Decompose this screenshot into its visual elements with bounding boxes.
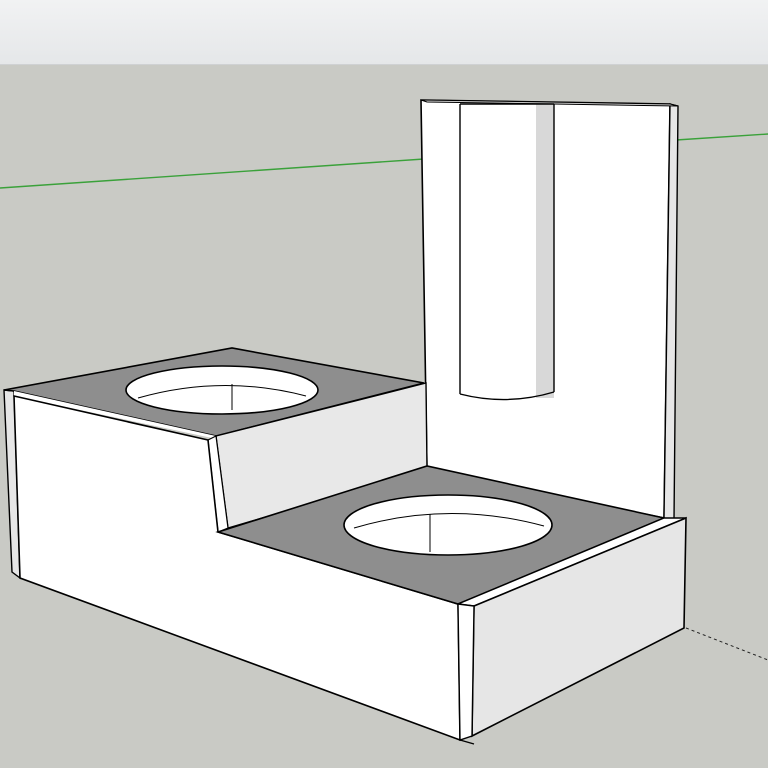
- upper-hole[interactable]: [125, 365, 319, 415]
- green-axis-left: [0, 158, 425, 189]
- sketchup-window: [0, 0, 768, 768]
- lower-hole[interactable]: [343, 494, 553, 556]
- green-axis-right: [675, 133, 768, 141]
- base-edge-mark: [459, 739, 475, 745]
- dashed-axis: [685, 627, 768, 661]
- cylinder-shade-right: [536, 104, 554, 398]
- lower-block-corner-face[interactable]: [457, 603, 475, 741]
- model-scene[interactable]: [0, 0, 768, 768]
